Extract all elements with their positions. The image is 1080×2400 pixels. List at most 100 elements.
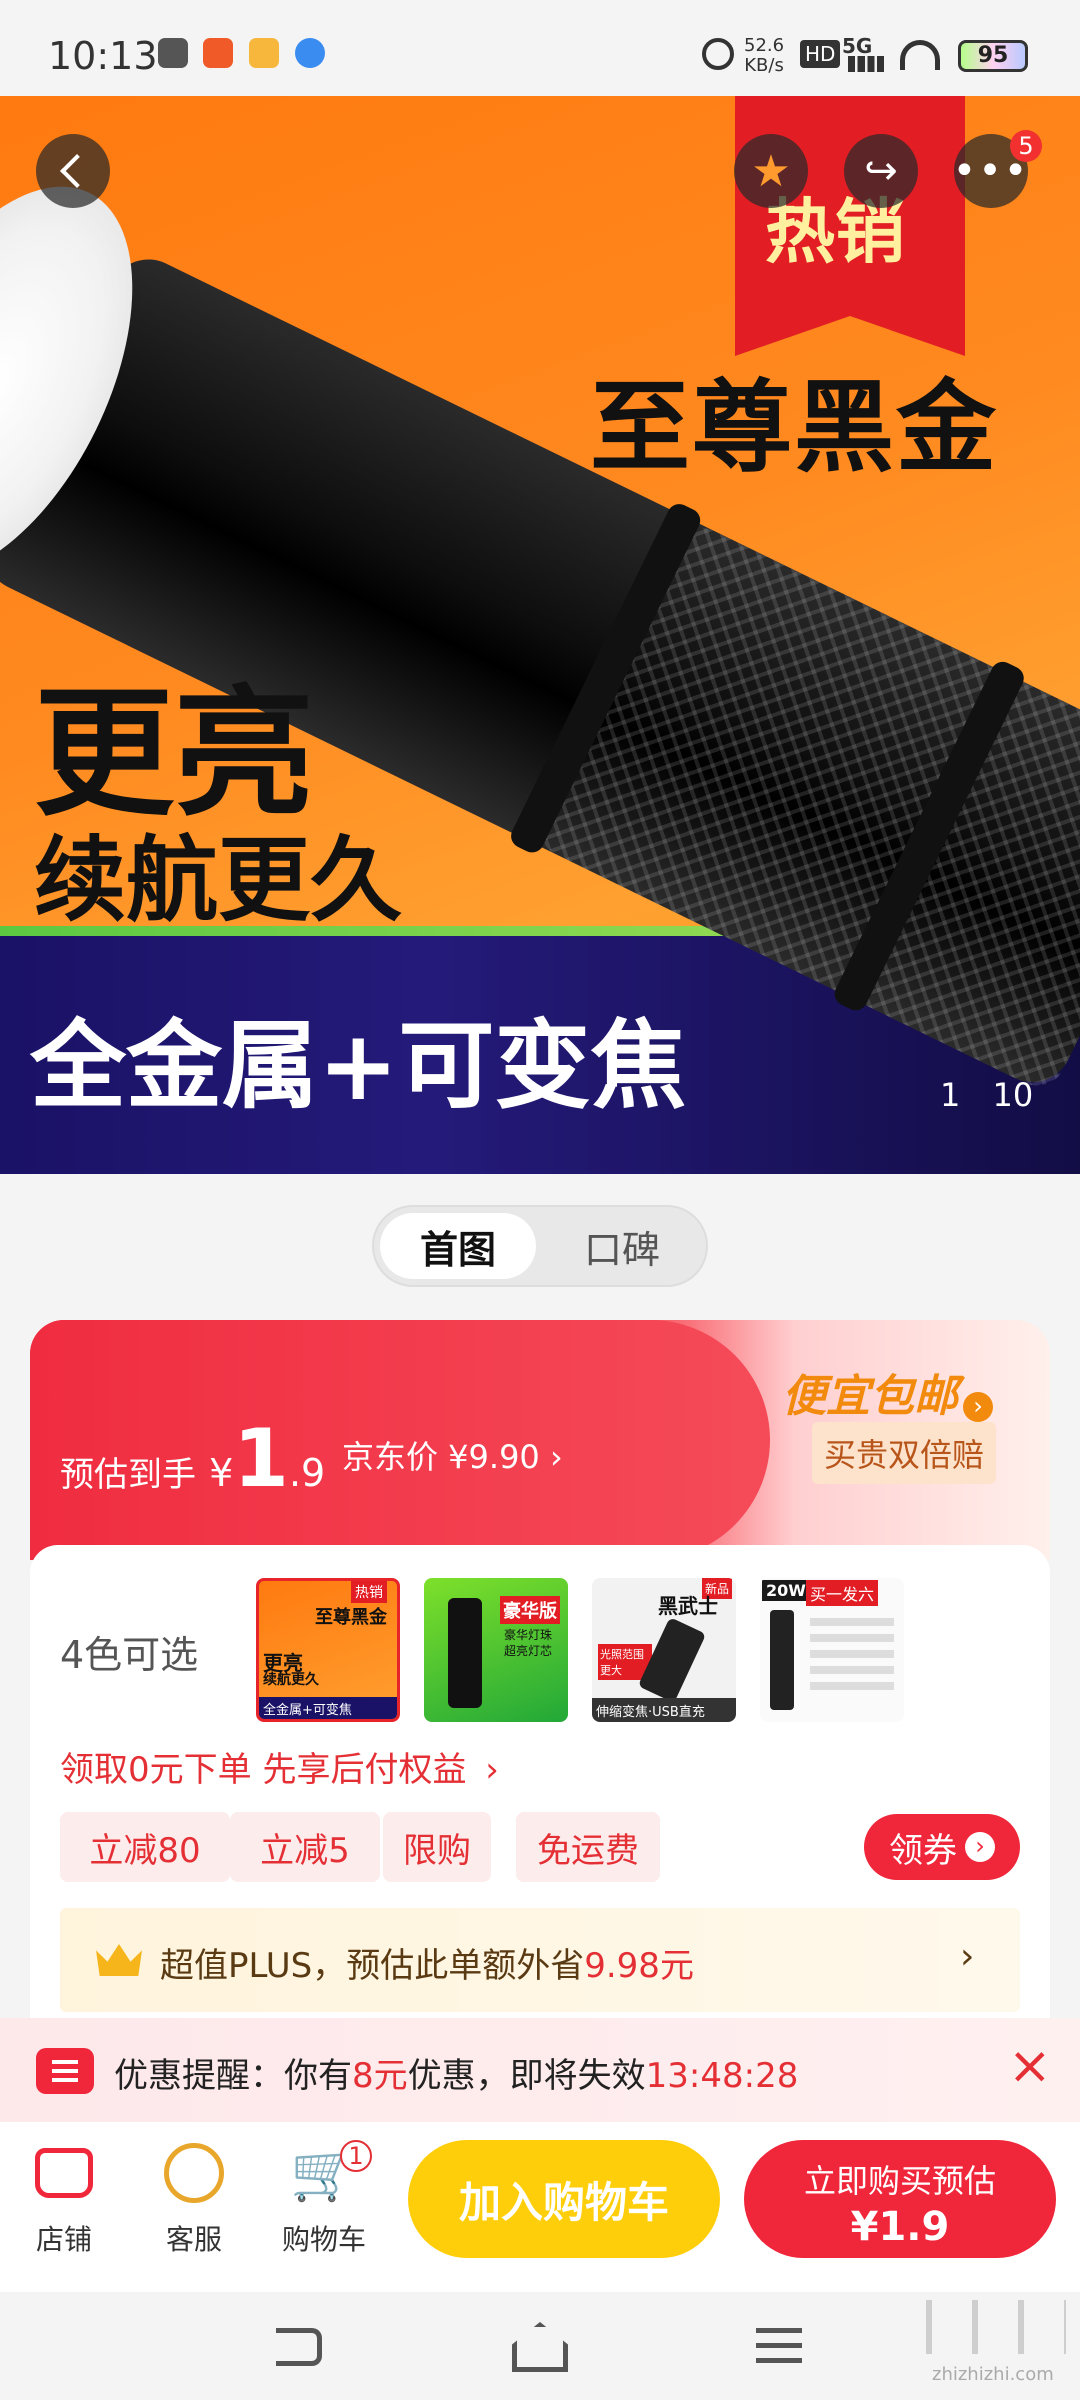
plus-prefix: 超值PLUS，预估此单额外省 (160, 1946, 585, 1986)
status-bar: 10:13 52.6 KB/s HD 5G 95 (0, 0, 1080, 96)
thumb4-flashlight (770, 1610, 794, 1710)
discount-chip-80[interactable]: 立减80 (60, 1812, 230, 1882)
back-button[interactable] (36, 134, 110, 208)
promo-text: 优惠提醒：你有8元优惠，即将失效13:48:28 (114, 2048, 798, 2097)
free-shipping-chip[interactable]: 免运费 (516, 1812, 660, 1882)
coupon-icon-lines (52, 2060, 78, 2082)
jd-price-link[interactable]: 京东价 ¥9.90 › (342, 1432, 563, 1478)
image-counter: 1 10 (940, 1076, 1033, 1114)
buy-now-line1: 立即购买预估 (803, 2162, 996, 2200)
estimate-label: 预估到手 (60, 1455, 196, 1495)
watermark-logo (926, 2300, 1066, 2354)
battery-indicator: 95 (958, 40, 1028, 72)
limited-purchase-label: 限购 (403, 1830, 471, 1871)
home-nav-icon[interactable] (512, 2322, 568, 2372)
back-nav-icon[interactable] (276, 2328, 322, 2366)
buy-now-price: ¥1.9 (850, 2204, 950, 2250)
coupon-button[interactable]: 领券 › (864, 1814, 1020, 1880)
signal-bars-icon (848, 56, 884, 72)
thumb1-tag: 热销 (351, 1581, 387, 1603)
menu-nav-icon[interactable] (756, 2328, 802, 2364)
image-total: 10 (992, 1076, 1034, 1114)
add-to-cart-label: 加入购物车 (458, 2177, 669, 2227)
watermark-text: zhizhizhi.com (932, 2364, 1054, 2385)
promo-reminder-strip: 优惠提醒：你有8元优惠，即将失效13:48:28 × (0, 2018, 1080, 2122)
thumb2-sub2: 超亮灯芯 (504, 1644, 553, 1658)
image-tabs: 首图 口碑 (372, 1205, 708, 1287)
thumb1-line2: 续航更久 (263, 1672, 319, 1688)
buy-now-button[interactable]: 立即购买预估 ¥1.9 (744, 2140, 1056, 2258)
thumb4-accessories (810, 1618, 894, 1698)
chevron-right-icon: › (549, 1438, 563, 1476)
variant-thumb-4[interactable]: 20W 买一发六 (760, 1578, 904, 1722)
customer-service-label: 客服 (165, 2223, 222, 2256)
variants-label: 4色可选 (60, 1633, 199, 1677)
pay-later-link[interactable]: 领取0元下单 先享后付权益 › (60, 1742, 499, 1791)
discount-chip-80-label: 立减80 (89, 1830, 201, 1871)
promo-label: 优惠提醒：你有 (114, 2056, 352, 2096)
double-compensation-text: 买贵双倍赔 (824, 1436, 985, 1474)
chevron-right-icon: › (485, 1750, 499, 1790)
tab-reviews[interactable]: 口碑 (544, 1213, 700, 1279)
add-to-cart-button[interactable]: 加入购物车 (408, 2140, 720, 2258)
chevron-left-icon (60, 154, 94, 188)
jd-price: 京东价 ¥9.90 (342, 1438, 540, 1476)
share-button[interactable]: ↪ (844, 134, 918, 208)
limited-purchase-chip[interactable]: 限购 (383, 1812, 491, 1882)
shop-button[interactable]: 店铺 (4, 2140, 124, 2258)
variant-thumb-1[interactable]: 热销 至尊黑金 更亮 续航更久 全金属+可变焦 (256, 1578, 400, 1722)
thumb4-sub: 买一发六 (806, 1580, 879, 1606)
discount-chip-5-label: 立减5 (260, 1830, 350, 1871)
promo-amount: 8元 (352, 2056, 408, 2096)
coupon-button-label: 领券 (889, 1830, 957, 1871)
chevron-right-icon: › (960, 1936, 975, 1977)
cheap-shipping-text: 便宜包邮 (782, 1371, 958, 1422)
price-currency: ¥ (209, 1451, 234, 1495)
circle-arrow-icon: › (965, 1832, 995, 1862)
cart-count-badge: 1 (340, 2140, 372, 2172)
thumb1-title: 至尊黑金 (315, 1607, 387, 1628)
variant-thumb-2[interactable]: 豪华版 豪华灯珠 超亮灯芯 (424, 1578, 568, 1722)
cheap-shipping-link[interactable]: 便宜包邮 › (782, 1360, 994, 1424)
tab-reviews-label: 口碑 (583, 1227, 660, 1272)
more-badge: 5 (1010, 130, 1042, 162)
hd-icon: HD (800, 40, 841, 68)
favorite-button[interactable]: ★ (734, 134, 808, 208)
shop-label: 店铺 (35, 2223, 92, 2256)
thumb2-sub1: 豪华灯珠 (504, 1628, 553, 1642)
promo-middle: 优惠，即将失效 (407, 2056, 646, 2096)
crown-icon (96, 1944, 142, 1976)
thumb2-flashlight (448, 1598, 482, 1708)
shop-icon (31, 2140, 97, 2206)
mascot-app-icon (249, 38, 279, 68)
thumb3-title: 黑武士 (658, 1594, 718, 1618)
price-integer: 1 (233, 1412, 289, 1505)
double-compensation-badge: 买贵双倍赔 (812, 1422, 997, 1484)
browser-app-icon (295, 38, 325, 68)
discount-chip-5[interactable]: 立减5 (230, 1812, 380, 1882)
plus-savings-bar[interactable]: 超值PLUS，预估此单额外省9.98元 › (60, 1908, 1020, 2012)
variant-thumb-3[interactable]: 新品 黑武士 光照范围更大 伸缩变焦·USB直充 (592, 1578, 736, 1722)
free-shipping-label: 免运费 (537, 1830, 639, 1871)
close-icon[interactable]: × (1008, 2036, 1052, 2096)
thumb1-bottom: 全金属+可变焦 (259, 1697, 397, 1719)
video-app-icon (158, 38, 188, 68)
product-image-carousel[interactable]: 热销 至尊黑金 更亮 续航更久 全金属+可变焦 ★ ↪ ••• 5 1 10 (0, 96, 1080, 1174)
net-speed: 52.6 KB/s (744, 36, 784, 76)
price-decimal: .9 (288, 1451, 326, 1495)
wifi-icon (900, 40, 940, 70)
plus-savings-text: 超值PLUS，预估此单额外省9.98元 (160, 1938, 694, 1987)
image-index: 1 (940, 1076, 961, 1114)
customer-service-icon (161, 2140, 227, 2206)
tab-main-image[interactable]: 首图 (380, 1213, 536, 1279)
thumb4-title: 20W (762, 1580, 810, 1601)
net-speed-unit: KB/s (744, 55, 784, 76)
hero-headline-left-2: 续航更久 (34, 827, 403, 934)
cart-label: 购物车 (281, 2223, 366, 2256)
tab-main-image-label: 首图 (419, 1227, 496, 1272)
flashlight-lens (0, 144, 189, 619)
customer-service-button[interactable]: 客服 (134, 2140, 254, 2258)
shopping-app-icon (203, 38, 233, 68)
status-time: 10:13 (48, 34, 158, 78)
thumb3-bottom: 伸缩变焦·USB直充 (592, 1698, 736, 1722)
